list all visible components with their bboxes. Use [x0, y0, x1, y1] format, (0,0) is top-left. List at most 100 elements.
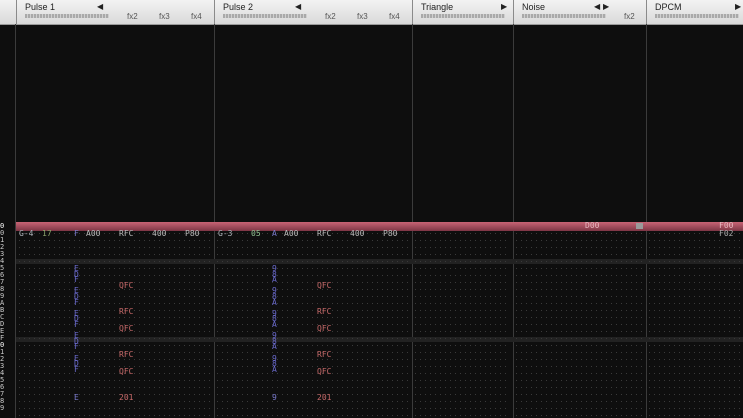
pattern-cell[interactable]: QFC: [119, 368, 133, 376]
fx3-toggle[interactable]: fx3: [159, 12, 170, 21]
pattern-cell[interactable]: QFC: [317, 325, 331, 333]
empty-row-dots: [649, 338, 740, 339]
empty-row-dots: [19, 268, 211, 269]
pattern-cell[interactable]: RFC: [119, 351, 133, 359]
expand-right-icon[interactable]: ▶: [735, 2, 741, 11]
pattern-cell[interactable]: A: [272, 298, 277, 307]
empty-row-dots: [516, 408, 643, 409]
collapse-left-icon[interactable]: ◀: [295, 2, 301, 11]
fx3-toggle[interactable]: fx3: [357, 12, 368, 21]
dpcm-effect-cell[interactable]: F02: [719, 230, 733, 238]
empty-row-dots: [516, 352, 643, 353]
pattern-cell[interactable]: QFC: [317, 282, 331, 290]
fx2-toggle[interactable]: fx2: [624, 12, 635, 21]
empty-row-dots: [516, 240, 643, 241]
pattern-cell[interactable]: A: [272, 321, 277, 329]
pattern-cell[interactable]: QFC: [119, 325, 133, 333]
empty-row-dots: [19, 394, 211, 395]
note-cell[interactable]: G-4: [19, 230, 33, 238]
pattern-cell[interactable]: F: [74, 321, 79, 329]
effect-cell[interactable]: 400: [152, 230, 166, 238]
effect-cell[interactable]: 201: [317, 394, 331, 402]
instrument-cell[interactable]: 05: [251, 230, 261, 238]
channel-header-pulse2[interactable]: Pulse 2 ◀ fx2 fx3 fx4: [214, 0, 412, 24]
effect-cell[interactable]: 400: [350, 230, 364, 238]
effect-cell[interactable]: 201: [119, 394, 133, 402]
pattern-editor[interactable]: 00123456789ABCDEF0123456789 G-4 17 F A00…: [0, 24, 743, 418]
row-number-divider: [15, 24, 16, 418]
collapse-left-icon[interactable]: ◀: [97, 2, 103, 11]
empty-row-dots: [217, 296, 409, 297]
pattern-cell[interactable]: RFC: [317, 308, 331, 316]
empty-row-dots: [415, 317, 510, 318]
channel-header-noise[interactable]: Noise ◀ ▶ fx2: [513, 0, 646, 24]
empty-row-dots: [415, 233, 510, 234]
noise-effect-cell[interactable]: D00: [585, 222, 599, 230]
channel-header-pulse1[interactable]: Pulse 1 ◀ fx2 fx3 fx4: [16, 0, 214, 24]
pattern-cell[interactable]: A: [272, 365, 277, 374]
pattern-cell[interactable]: A: [272, 276, 277, 284]
effect-cell[interactable]: RFC: [119, 230, 133, 238]
channel-divider: [412, 24, 413, 418]
pattern-cell[interactable]: QFC: [119, 282, 133, 290]
empty-row-dots: [217, 338, 409, 339]
empty-row-dots: [516, 268, 643, 269]
empty-row-dots: [19, 352, 211, 353]
empty-row-dots: [415, 359, 510, 360]
pattern-cell[interactable]: F: [74, 276, 79, 284]
instrument-cell[interactable]: 17: [42, 230, 52, 238]
empty-row-dots: [415, 303, 510, 304]
volume-cell[interactable]: F: [74, 230, 79, 238]
empty-row-dots: [649, 394, 740, 395]
fx4-toggle[interactable]: fx4: [191, 12, 202, 21]
volume-meter: [655, 14, 739, 18]
pattern-cell[interactable]: RFC: [119, 308, 133, 316]
expand-right-icon[interactable]: ▶: [603, 2, 609, 11]
fx2-toggle[interactable]: fx2: [325, 12, 336, 21]
empty-row-dots: [19, 359, 211, 360]
empty-row-dots: [516, 282, 643, 283]
volume-meter: [223, 14, 307, 18]
volume-cell[interactable]: A: [272, 230, 277, 238]
volume-cell[interactable]: 9: [272, 394, 277, 402]
empty-row-dots: [217, 408, 409, 409]
empty-row-dots: [649, 247, 740, 248]
empty-row-dots: [415, 296, 510, 297]
empty-row-dots: [415, 366, 510, 367]
empty-row-dots: [19, 296, 211, 297]
volume-cell[interactable]: E: [74, 394, 79, 402]
cursor-block: [636, 223, 643, 229]
channel-header-dpcm[interactable]: DPCM ▶: [646, 0, 743, 24]
pattern-cell[interactable]: A: [272, 343, 277, 351]
pattern-cell[interactable]: RFC: [317, 351, 331, 359]
channel-header-triangle[interactable]: Triangle ▶: [412, 0, 513, 24]
note-cell[interactable]: G-3: [218, 230, 232, 238]
empty-row-dots: [649, 303, 740, 304]
pattern-cell[interactable]: QFC: [317, 368, 331, 376]
empty-row-dots: [19, 240, 211, 241]
empty-row-dots: [415, 352, 510, 353]
empty-row-dots: [415, 401, 510, 402]
empty-row-dots: [19, 247, 211, 248]
effect-cell[interactable]: P80: [185, 230, 199, 238]
empty-row-dots: [19, 261, 211, 262]
effect-cell[interactable]: A00: [86, 230, 100, 238]
empty-row-dots: [649, 324, 740, 325]
effect-cell[interactable]: P80: [383, 230, 397, 238]
effect-cell[interactable]: A00: [284, 230, 298, 238]
pattern-cell[interactable]: F: [74, 298, 79, 307]
channel-header-bar: Pulse 1 ◀ fx2 fx3 fx4 Pulse 2 ◀ fx2 fx3 …: [0, 0, 743, 25]
empty-row-dots: [217, 345, 409, 346]
pattern-cell[interactable]: F: [74, 365, 79, 374]
fx4-toggle[interactable]: fx4: [389, 12, 400, 21]
empty-row-dots: [19, 303, 211, 304]
fx2-toggle[interactable]: fx2: [127, 12, 138, 21]
channel-divider: [646, 24, 647, 418]
effect-cell[interactable]: RFC: [317, 230, 331, 238]
pattern-cell[interactable]: F: [74, 343, 79, 351]
empty-row-dots: [415, 338, 510, 339]
empty-row-dots: [217, 303, 409, 304]
empty-row-dots: [19, 373, 211, 374]
expand-right-icon[interactable]: ▶: [501, 2, 507, 11]
collapse-left-icon[interactable]: ◀: [594, 2, 600, 11]
